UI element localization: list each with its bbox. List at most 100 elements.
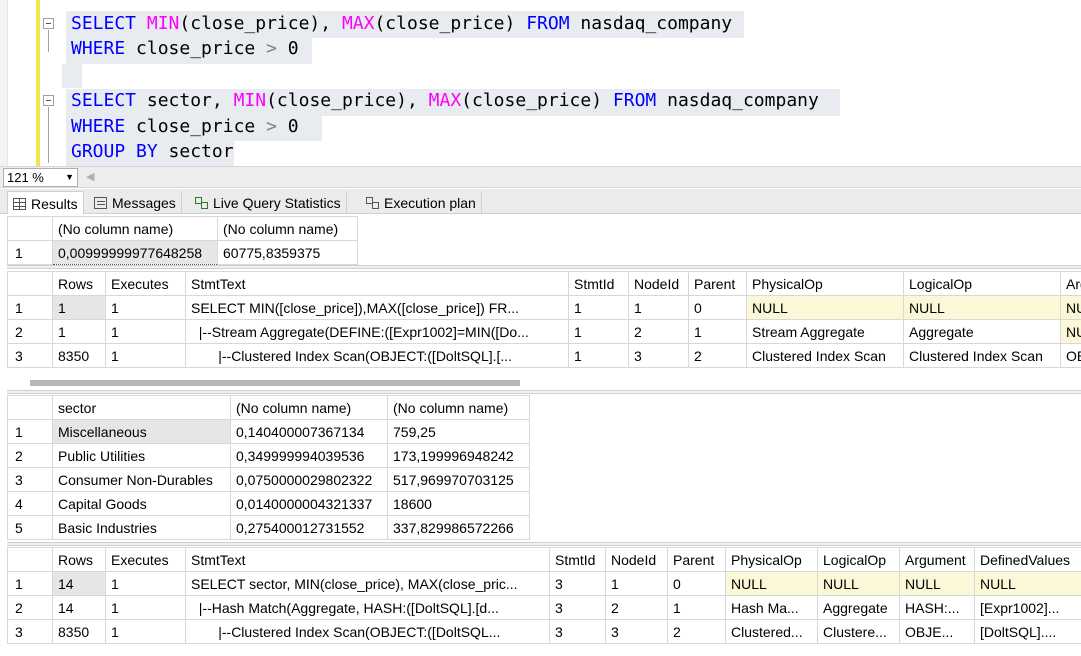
result-grid-2[interactable]: Rows Executes StmtText StmtId NodeId Par… [7, 271, 1081, 391]
column-header[interactable]: DefinedValues [974, 547, 1081, 572]
table-cell[interactable]: 8350 [52, 343, 106, 368]
table-cell[interactable]: 3 [549, 571, 606, 596]
table-cell[interactable]: 337,829986572266 [387, 515, 530, 540]
table-cell[interactable]: 0,275400012731552 [230, 515, 388, 540]
table-cell[interactable]: |--Hash Match(Aggregate, HASH:([DoltSQL]… [185, 595, 550, 620]
column-header[interactable]: StmtText [185, 547, 550, 572]
column-header[interactable]: Rows [52, 271, 106, 296]
table-cell[interactable]: Aggregate [817, 595, 900, 620]
collapse-toggle-icon[interactable] [43, 95, 54, 106]
table-row[interactable]: 3 Consumer Non-Durables 0,07500000298023… [7, 467, 530, 492]
row-number[interactable]: 2 [7, 595, 53, 620]
table-row[interactable]: 1 0,00999999977648258 60775,8359375 [7, 240, 358, 265]
table-cell[interactable]: 2 [667, 619, 726, 644]
table-cell[interactable]: Aggregate [903, 319, 1061, 344]
row-number[interactable]: 2 [7, 443, 53, 468]
table-row[interactable]: 1 Miscellaneous 0,140400007367134 759,25 [7, 419, 530, 444]
table-cell[interactable]: 0,140400007367134 [230, 419, 388, 444]
column-header[interactable]: NodeId [605, 547, 668, 572]
table-cell[interactable]: |--Clustered Index Scan(OBJECT:([DoltSQL… [185, 619, 550, 644]
column-header[interactable]: (No column name) [387, 395, 530, 420]
row-number[interactable]: 3 [7, 467, 53, 492]
table-cell[interactable]: 0,0750000029802322 [230, 467, 388, 492]
table-cell[interactable]: 3 [549, 619, 606, 644]
column-header[interactable]: Argument [899, 547, 975, 572]
table-cell[interactable]: |--Stream Aggregate(DEFINE:([Expr1002]=M… [185, 319, 569, 344]
table-cell[interactable]: 18600 [387, 491, 530, 516]
row-number[interactable]: 1 [7, 240, 53, 265]
column-header[interactable]: Parent [688, 271, 747, 296]
row-number-header[interactable] [7, 547, 53, 572]
table-cell[interactable]: 2 [628, 319, 689, 344]
table-cell[interactable]: NULL [725, 571, 818, 596]
column-header[interactable]: StmtId [549, 547, 606, 572]
column-header[interactable]: (No column name) [230, 395, 388, 420]
table-row[interactable]: 1 14 1 SELECT sector, MIN(close_price), … [7, 571, 1081, 596]
table-cell[interactable]: NU [1060, 319, 1081, 344]
row-number[interactable]: 1 [7, 419, 53, 444]
table-cell[interactable]: 60775,8359375 [217, 240, 358, 265]
column-header[interactable]: PhysicalOp [746, 271, 904, 296]
table-cell[interactable]: 0,0140000004321337 [230, 491, 388, 516]
result-grid-4[interactable]: Rows Executes StmtText StmtId NodeId Par… [7, 547, 1081, 656]
row-number[interactable]: 1 [7, 295, 53, 320]
column-header[interactable]: sector [52, 395, 231, 420]
column-header[interactable]: Parent [667, 547, 726, 572]
row-number[interactable]: 3 [7, 619, 53, 644]
collapse-toggle-icon[interactable] [43, 18, 54, 29]
result-grid-1[interactable]: (No column name) (No column name) 1 0,00… [7, 216, 1081, 266]
table-cell[interactable]: Clustered Index Scan [746, 343, 904, 368]
table-cell[interactable]: 1 [688, 319, 747, 344]
column-header[interactable]: LogicalOp [817, 547, 900, 572]
row-number-header[interactable] [7, 216, 53, 241]
table-cell[interactable]: Capital Goods [52, 491, 231, 516]
row-number-header[interactable] [7, 395, 53, 420]
table-cell[interactable]: HASH:... [899, 595, 975, 620]
table-cell[interactable]: Consumer Non-Durables [52, 467, 231, 492]
table-cell[interactable]: 1 [568, 343, 629, 368]
column-header[interactable]: Rows [52, 547, 106, 572]
table-row[interactable]: 5 Basic Industries 0,275400012731552 337… [7, 515, 530, 540]
table-cell[interactable]: 1 [105, 571, 186, 596]
chevron-down-icon[interactable]: ▼ [65, 169, 74, 186]
table-cell[interactable]: NULL [903, 295, 1061, 320]
table-cell[interactable]: 1 [105, 343, 186, 368]
table-cell[interactable]: SELECT sector, MIN(close_price), MAX(clo… [185, 571, 550, 596]
column-header[interactable]: (No column name) [52, 216, 218, 241]
table-cell[interactable]: 1 [568, 295, 629, 320]
table-cell[interactable]: 14 [52, 595, 106, 620]
column-header[interactable]: Executes [105, 547, 186, 572]
column-header[interactable]: StmtText [185, 271, 569, 296]
table-cell[interactable]: NULL [746, 295, 904, 320]
column-header[interactable]: NodeId [628, 271, 689, 296]
table-row[interactable]: 3 8350 1 |--Clustered Index Scan(OBJECT:… [7, 619, 1081, 644]
table-cell[interactable]: 1 [628, 295, 689, 320]
row-number-header[interactable] [7, 271, 53, 296]
table-cell[interactable]: 1 [105, 619, 186, 644]
column-header[interactable]: (No column name) [217, 216, 358, 241]
table-cell[interactable]: 517,969970703125 [387, 467, 530, 492]
table-cell[interactable]: 8350 [52, 619, 106, 644]
row-number[interactable]: 1 [7, 571, 53, 596]
table-row[interactable]: 2 14 1 |--Hash Match(Aggregate, HASH:([D… [7, 595, 1081, 620]
table-cell[interactable]: 2 [605, 595, 668, 620]
pane-splitter[interactable] [7, 542, 1081, 546]
row-number[interactable]: 4 [7, 491, 53, 516]
table-cell[interactable]: 173,199996948242 [387, 443, 530, 468]
tab-messages[interactable]: Messages [89, 191, 182, 213]
column-header[interactable]: Executes [105, 271, 186, 296]
query-editor[interactable]: SELECT MIN(close_price), MAX(close_price… [0, 0, 1081, 166]
table-cell[interactable]: Miscellaneous [52, 419, 231, 444]
table-row[interactable]: 2 Public Utilities 0,349999994039536 173… [7, 443, 530, 468]
table-cell[interactable]: 0 [688, 295, 747, 320]
tab-results[interactable]: Results [7, 191, 84, 214]
table-cell[interactable]: [DoltSQL].... [974, 619, 1081, 644]
pane-splitter[interactable] [7, 390, 1081, 394]
table-cell[interactable]: 3 [628, 343, 689, 368]
table-cell[interactable]: 1 [105, 295, 186, 320]
table-cell[interactable]: SELECT MIN([close_price]),MAX([close_pri… [185, 295, 569, 320]
table-cell[interactable]: Clustere... [817, 619, 900, 644]
table-cell[interactable]: Hash Ma... [725, 595, 818, 620]
tab-execution-plan[interactable]: Execution plan [361, 191, 482, 213]
table-cell[interactable]: OB [1060, 343, 1081, 368]
